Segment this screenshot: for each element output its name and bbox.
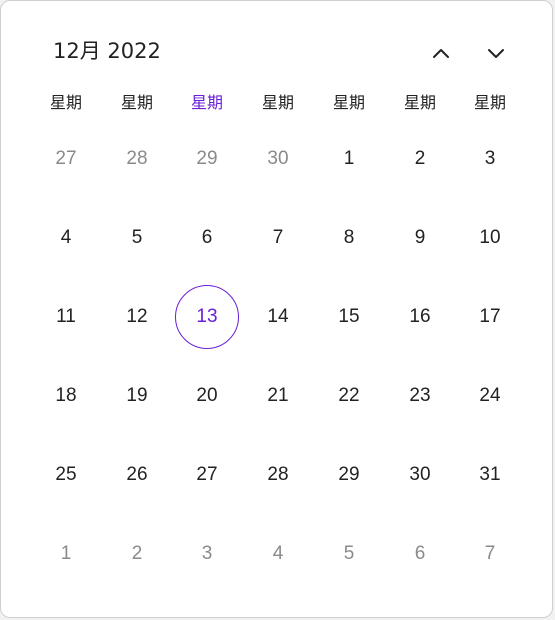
day-cell[interactable]: 16 xyxy=(388,285,452,349)
day-cell[interactable]: 5 xyxy=(105,206,169,270)
day-cell[interactable]: 1 xyxy=(317,127,381,191)
day-cell[interactable]: 31 xyxy=(458,443,522,507)
day-cell-adjacent-month[interactable]: 2 xyxy=(105,522,169,586)
weekday-label: 星期 xyxy=(190,93,223,112)
day-cell[interactable]: 2 xyxy=(388,127,452,191)
day-cell[interactable]: 30 xyxy=(388,443,452,507)
next-month-button[interactable] xyxy=(480,37,512,69)
day-cell-adjacent-month[interactable]: 30 xyxy=(246,127,310,191)
day-cell[interactable]: 24 xyxy=(458,364,522,428)
day-cell[interactable]: 9 xyxy=(388,206,452,270)
day-cell-adjacent-month[interactable]: 4 xyxy=(246,522,310,586)
day-cell-adjacent-month[interactable]: 6 xyxy=(388,522,452,586)
weekday-label: 星期 xyxy=(261,93,294,112)
day-cell[interactable]: 19 xyxy=(105,364,169,428)
month-year-title[interactable]: 12月 2022 xyxy=(53,35,161,65)
day-cell[interactable]: 7 xyxy=(246,206,310,270)
day-cell[interactable]: 28 xyxy=(246,443,310,507)
calendar-widget: 12月 2022 星期 星期 星期 星期 星期 星期 星期 27 28 29 30 1 2 3 4 5 6 7 8… xyxy=(0,0,553,618)
day-cell[interactable]: 12 xyxy=(105,285,169,349)
day-cell-adjacent-month[interactable]: 3 xyxy=(175,522,239,586)
weekday-label: 星期 xyxy=(332,93,365,112)
previous-month-button[interactable] xyxy=(425,37,457,69)
weekday-label: 星期 xyxy=(473,93,506,112)
day-cell[interactable]: 18 xyxy=(34,364,98,428)
weekday-label: 星期 xyxy=(120,93,153,112)
day-cell-adjacent-month[interactable]: 28 xyxy=(105,127,169,191)
day-cell[interactable]: 3 xyxy=(458,127,522,191)
weekday-label: 星期 xyxy=(49,93,82,112)
day-cell-adjacent-month[interactable]: 7 xyxy=(458,522,522,586)
day-cell[interactable]: 20 xyxy=(175,364,239,428)
day-cell[interactable]: 17 xyxy=(458,285,522,349)
day-cell[interactable]: 8 xyxy=(317,206,381,270)
day-cell[interactable]: 27 xyxy=(175,443,239,507)
day-cell[interactable]: 14 xyxy=(246,285,310,349)
day-cell[interactable]: 23 xyxy=(388,364,452,428)
day-cell[interactable]: 29 xyxy=(317,443,381,507)
day-cell[interactable]: 22 xyxy=(317,364,381,428)
day-cell[interactable]: 11 xyxy=(34,285,98,349)
day-cell[interactable]: 4 xyxy=(34,206,98,270)
weekday-label: 星期 xyxy=(403,93,436,112)
chevron-up-icon xyxy=(433,49,449,58)
day-cell-adjacent-month[interactable]: 29 xyxy=(175,127,239,191)
day-cell-adjacent-month[interactable]: 27 xyxy=(34,127,98,191)
day-cell[interactable]: 25 xyxy=(34,443,98,507)
day-cell-adjacent-month[interactable]: 5 xyxy=(317,522,381,586)
chevron-down-icon xyxy=(488,49,504,58)
day-cell-adjacent-month[interactable]: 1 xyxy=(34,522,98,586)
day-cell-today[interactable]: 13 xyxy=(175,285,239,349)
day-cell[interactable]: 10 xyxy=(458,206,522,270)
day-cell[interactable]: 6 xyxy=(175,206,239,270)
day-cell[interactable]: 26 xyxy=(105,443,169,507)
day-cell[interactable]: 15 xyxy=(317,285,381,349)
day-cell[interactable]: 21 xyxy=(246,364,310,428)
